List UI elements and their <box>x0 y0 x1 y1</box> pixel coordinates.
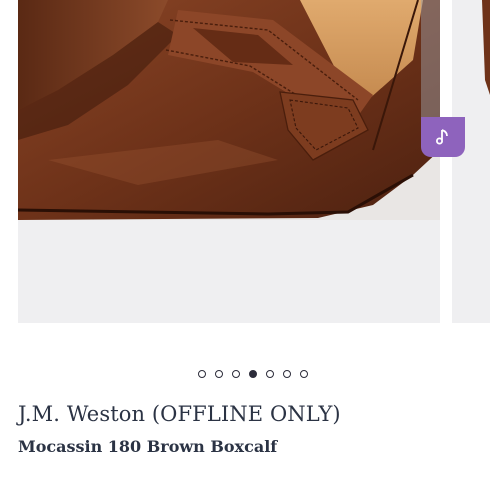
carousel-dot[interactable] <box>300 370 308 378</box>
product-brand: J.M. Weston (OFFLINE ONLY) <box>18 402 341 426</box>
carousel-dot[interactable] <box>232 370 240 378</box>
photo-shadow-strip <box>421 0 440 117</box>
carousel-dot[interactable] <box>198 370 206 378</box>
carousel-pagination <box>8 368 490 380</box>
product-image-carousel[interactable] <box>0 0 490 330</box>
carousel-dot-active[interactable] <box>249 370 257 378</box>
carousel-slide-current[interactable] <box>18 0 440 323</box>
product-name: Mocassin 180 Brown Boxcalf <box>18 437 278 456</box>
next-shoe-image <box>452 0 490 323</box>
music-note-icon <box>436 129 448 145</box>
carousel-dot[interactable] <box>266 370 274 378</box>
carousel-dot[interactable] <box>215 370 223 378</box>
shoe-image <box>18 0 440 220</box>
carousel-slide-next[interactable] <box>452 0 490 323</box>
audio-description-button[interactable] <box>421 0 465 157</box>
carousel-dot[interactable] <box>283 370 291 378</box>
